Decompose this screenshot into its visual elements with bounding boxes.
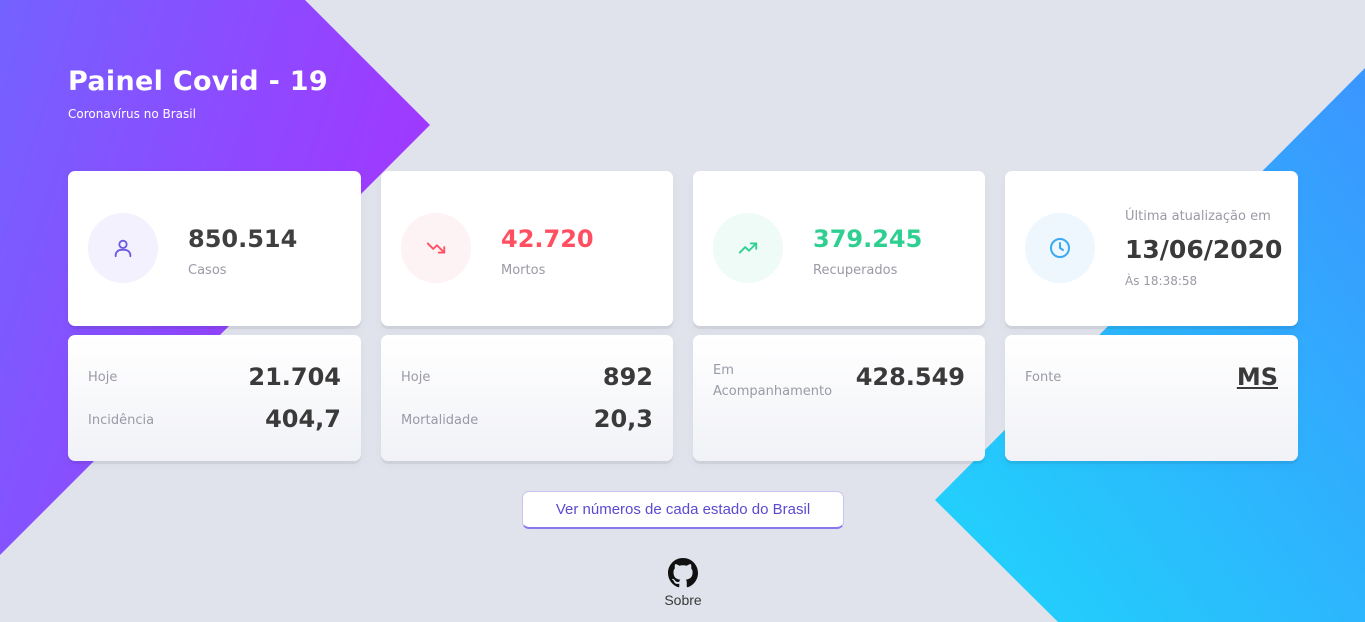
- tracking-card: Em Acompanhamento 428.549: [693, 335, 985, 461]
- trending-down-icon: [401, 213, 471, 283]
- page-subtitle: Coronavírus no Brasil: [68, 107, 196, 121]
- page-header: Painel Covid - 19 Coronavírus no Brasil: [68, 66, 328, 121]
- view-states-button[interactable]: Ver números de cada estado do Brasil: [522, 491, 844, 529]
- cases-label: Casos: [188, 263, 227, 278]
- source-card: Fonte MS: [1005, 335, 1298, 461]
- recovered-card: 379.245 Recuperados: [693, 171, 985, 326]
- deaths-value: 42.720: [501, 225, 594, 253]
- incidence-value: 404,7: [265, 405, 341, 433]
- user-icon: [88, 213, 158, 283]
- deaths-today-label: Hoje: [401, 370, 431, 385]
- clock-icon: [1025, 213, 1095, 283]
- update-time: Às 18:38:58: [1125, 274, 1198, 288]
- recovered-label: Recuperados: [813, 263, 898, 278]
- about-label: Sobre: [664, 592, 702, 608]
- tracking-label: Em Acompanhamento: [713, 360, 832, 402]
- deaths-label: Mortos: [501, 263, 546, 278]
- cases-today-value: 21.704: [248, 363, 341, 391]
- mortality-value: 20,3: [593, 405, 653, 433]
- recovered-value: 379.245: [813, 225, 923, 253]
- trending-up-icon: [713, 213, 783, 283]
- deaths-today-value: 892: [602, 363, 653, 391]
- incidence-label: Incidência: [88, 413, 155, 428]
- about-link[interactable]: Sobre: [664, 558, 702, 608]
- tracking-value: 428.549: [855, 363, 965, 391]
- update-date: 13/06/2020: [1125, 235, 1283, 264]
- mortality-label: Mortalidade: [401, 413, 479, 428]
- cases-value: 850.514: [188, 225, 298, 253]
- update-card: Última atualização em 13/06/2020 Às 18:3…: [1005, 171, 1298, 326]
- cases-card: 850.514 Casos: [68, 171, 361, 326]
- tracking-label-line-2: Acompanhamento: [713, 384, 833, 399]
- source-label: Fonte: [1025, 370, 1062, 385]
- source-link[interactable]: MS: [1237, 363, 1278, 391]
- cases-details-card: Hoje 21.704 Incidência 404,7: [68, 335, 361, 461]
- github-icon: [668, 558, 698, 588]
- page-title: Painel Covid - 19: [68, 66, 328, 97]
- cases-today-label: Hoje: [88, 370, 118, 385]
- update-label: Última atualização em: [1125, 209, 1271, 224]
- tracking-label-line-1: Em: [713, 363, 734, 378]
- deaths-details-card: Hoje 892 Mortalidade 20,3: [381, 335, 673, 461]
- deaths-card: 42.720 Mortos: [381, 171, 673, 326]
